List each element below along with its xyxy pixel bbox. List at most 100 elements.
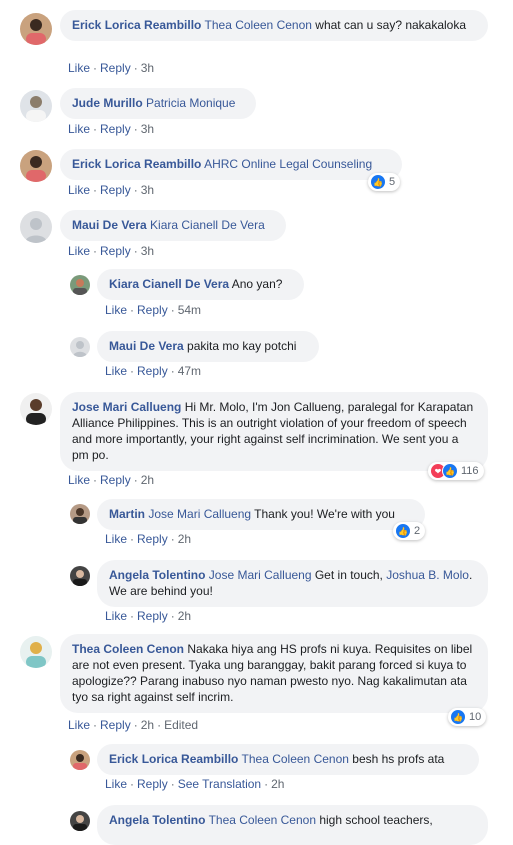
reply-link[interactable]: Reply bbox=[100, 122, 131, 136]
avatar[interactable] bbox=[20, 211, 52, 243]
timestamp[interactable]: 3h bbox=[141, 61, 154, 75]
timestamp[interactable]: 2h bbox=[141, 473, 154, 487]
comment-author[interactable]: Thea Coleen Cenon bbox=[72, 642, 184, 656]
comment-text: what can u say? nakakaloka bbox=[311, 18, 467, 32]
avatar[interactable] bbox=[70, 337, 90, 357]
comment-bubble: Erick Lorica Reambillo AHRC Online Legal… bbox=[60, 149, 402, 180]
reaction-count: 10 bbox=[469, 711, 482, 723]
reply-link[interactable]: Reply bbox=[137, 532, 168, 546]
comment-author[interactable]: Jude Murillo bbox=[72, 96, 143, 110]
reaction-summary[interactable]: 👍 2 bbox=[393, 522, 426, 540]
timestamp[interactable]: 54m bbox=[178, 303, 201, 317]
comment-author[interactable]: Martin bbox=[109, 507, 145, 521]
reply-link[interactable]: Reply bbox=[137, 609, 168, 623]
avatar[interactable] bbox=[20, 13, 52, 45]
comment-bubble: Maui De Vera Kiara Cianell De Vera bbox=[60, 210, 286, 241]
edited-label[interactable]: Edited bbox=[164, 718, 198, 732]
comment-actions: Like · Reply · 3h bbox=[68, 61, 155, 75]
like-link[interactable]: Like bbox=[105, 609, 127, 623]
comment-actions: Like · Reply · 3h bbox=[68, 122, 155, 136]
comment-text: Get in touch, bbox=[311, 568, 387, 582]
comment-bubble: Angela Tolentino Jose Mari Callueng Get … bbox=[97, 560, 488, 607]
reaction-summary[interactable]: 👍 10 bbox=[448, 708, 487, 726]
like-reaction-icon: 👍 bbox=[370, 174, 386, 190]
mention-link[interactable]: Patricia Monique bbox=[146, 96, 235, 110]
reaction-summary[interactable]: 👍 5 bbox=[368, 173, 401, 191]
timestamp[interactable]: 2h bbox=[178, 532, 191, 546]
timestamp[interactable]: 3h bbox=[141, 122, 154, 136]
avatar[interactable] bbox=[70, 504, 90, 524]
reply-link[interactable]: Reply bbox=[137, 303, 168, 317]
reply-link[interactable]: Reply bbox=[137, 364, 168, 378]
comment-author[interactable]: Erick Lorica Reambillo bbox=[72, 18, 201, 32]
avatar[interactable] bbox=[70, 275, 90, 295]
mention-link[interactable]: Thea Coleen Cenon bbox=[242, 752, 349, 766]
timestamp[interactable]: 2h bbox=[271, 777, 284, 791]
reaction-count: 2 bbox=[414, 525, 421, 537]
comment-actions: Like · Reply · 2h bbox=[105, 609, 192, 623]
reply-link[interactable]: Reply bbox=[137, 777, 168, 791]
comment-actions: Like · Reply · 54m bbox=[105, 303, 202, 317]
reaction-count: 116 bbox=[461, 465, 479, 477]
timestamp[interactable]: 2h bbox=[141, 718, 154, 732]
comment-bubble: Maui De Vera pakita mo kay potchi bbox=[97, 331, 319, 362]
comment-actions: Like · Reply · 3h bbox=[68, 183, 155, 197]
reply-link[interactable]: Reply bbox=[100, 718, 131, 732]
like-link[interactable]: Like bbox=[68, 473, 90, 487]
mention-link[interactable]: Thea Coleen Cenon bbox=[205, 18, 312, 32]
like-link[interactable]: Like bbox=[105, 777, 127, 791]
mention-link[interactable]: AHRC Online Legal Counseling bbox=[204, 157, 372, 171]
reply-link[interactable]: Reply bbox=[100, 473, 131, 487]
comment-author[interactable]: Erick Lorica Reambillo bbox=[109, 752, 238, 766]
comment-actions: Like · Reply · 47m bbox=[105, 364, 202, 378]
timestamp[interactable]: 3h bbox=[141, 244, 154, 258]
comment-actions: Like · Reply · 3h bbox=[68, 244, 155, 258]
avatar[interactable] bbox=[20, 90, 52, 122]
comment-author[interactable]: Jose Mari Callueng bbox=[72, 400, 181, 414]
reply-link[interactable]: Reply bbox=[100, 61, 131, 75]
comment-author[interactable]: Maui De Vera bbox=[72, 218, 147, 232]
comment-bubble: Thea Coleen Cenon Nakaka hiya ang HS pro… bbox=[60, 634, 488, 713]
comment-author[interactable]: Angela Tolentino bbox=[109, 813, 205, 827]
mention-link[interactable]: Jose Mari Callueng bbox=[148, 507, 251, 521]
reply-link[interactable]: Reply bbox=[100, 183, 131, 197]
avatar[interactable] bbox=[20, 150, 52, 182]
like-link[interactable]: Like bbox=[105, 303, 127, 317]
mention-link[interactable]: Joshua B. Molo bbox=[386, 568, 469, 582]
comment-text: pakita mo kay potchi bbox=[183, 339, 297, 353]
like-link[interactable]: Like bbox=[105, 532, 127, 546]
comment-bubble: Erick Lorica Reambillo Thea Coleen Cenon… bbox=[60, 10, 488, 41]
comment-author[interactable]: Kiara Cianell De Vera bbox=[109, 277, 229, 291]
mention-link[interactable]: Thea Coleen Cenon bbox=[209, 813, 316, 827]
comment-bubble: Jude Murillo Patricia Monique bbox=[60, 88, 256, 119]
like-link[interactable]: Like bbox=[105, 364, 127, 378]
avatar[interactable] bbox=[70, 750, 90, 770]
like-link[interactable]: Like bbox=[68, 61, 90, 75]
comment-author[interactable]: Maui De Vera bbox=[109, 339, 184, 353]
like-reaction-icon: 👍 bbox=[450, 709, 466, 725]
avatar[interactable] bbox=[70, 566, 90, 586]
like-link[interactable]: Like bbox=[68, 244, 90, 258]
avatar[interactable] bbox=[70, 811, 90, 831]
mention-link[interactable]: Jose Mari Callueng bbox=[209, 568, 312, 582]
comment-text: high school teachers, bbox=[316, 813, 433, 827]
comment-text: besh hs profs ata bbox=[348, 752, 445, 766]
like-reaction-icon: 👍 bbox=[442, 463, 458, 479]
timestamp[interactable]: 47m bbox=[178, 364, 201, 378]
like-link[interactable]: Like bbox=[68, 183, 90, 197]
timestamp[interactable]: 3h bbox=[141, 183, 154, 197]
reply-link[interactable]: Reply bbox=[100, 244, 131, 258]
reaction-summary[interactable]: ❤ 👍 116 bbox=[428, 462, 484, 480]
avatar[interactable] bbox=[20, 636, 52, 668]
timestamp[interactable]: 2h bbox=[178, 609, 191, 623]
like-link[interactable]: Like bbox=[68, 122, 90, 136]
like-link[interactable]: Like bbox=[68, 718, 90, 732]
see-translation-link[interactable]: See Translation bbox=[178, 777, 261, 791]
comment-text: Ano yan? bbox=[229, 277, 283, 291]
comment-author[interactable]: Erick Lorica Reambillo bbox=[72, 157, 201, 171]
mention-link[interactable]: Kiara Cianell De Vera bbox=[150, 218, 265, 232]
comment-author[interactable]: Angela Tolentino bbox=[109, 568, 205, 582]
avatar[interactable] bbox=[20, 393, 52, 425]
like-reaction-icon: 👍 bbox=[395, 523, 411, 539]
comment-actions: Like · Reply · 2h bbox=[68, 473, 155, 487]
